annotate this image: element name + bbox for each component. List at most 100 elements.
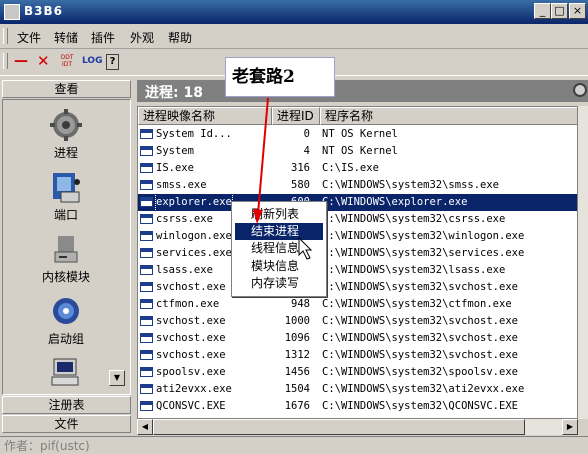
table-row[interactable]: lsass.exe C:\WINDOWS\system32\lsass.exe [138,262,577,279]
table-row[interactable]: winlogon.exe C:\WINDOWS\system32\winlogon… [138,228,577,245]
sidebar-header-file[interactable]: 文件 [2,415,131,433]
process-path-cell: C:\WINDOWS\system32\svchost.exe [322,332,518,344]
process-path-cell: C:\WINDOWS\explorer.exe [322,196,468,208]
column-header-name[interactable]: 进程映像名称 [138,107,272,125]
process-name-cell: smss.exe [156,179,207,191]
table-row[interactable]: svchost.exe 1096 C:\WINDOWS\system32\svcho… [138,330,577,347]
table-row[interactable]: svchost.exe C:\WINDOWS\system32\svchost.e… [138,279,577,296]
table-row[interactable]: System Id... 0 NT OS Kernel [138,126,577,143]
menu-item-thread-info[interactable]: 线程信息 [235,240,323,257]
process-id-cell: 0 [303,128,310,140]
panel-header: 进程: 18 [137,80,588,102]
process-path-cell: C:\WINDOWS\system32\lsass.exe [322,264,506,276]
menu-appearance[interactable]: 外观 [130,29,154,46]
sidebar-item-label: 进程 [53,146,78,160]
process-name-cell: ctfmon.exe [156,298,220,310]
horizontal-scrollbar[interactable]: ◀ ▶ [137,419,578,435]
sidebar-header-view[interactable]: 查看 [2,80,131,98]
process-id-cell: 4 [303,145,310,157]
process-window-icon [140,316,153,326]
menu-item-kill-process[interactable]: 结束进程 [235,223,323,240]
odt-tool-button[interactable]: ODT IDT [60,54,74,70]
process-window-icon [140,214,153,224]
process-name-cell: lsass.exe [156,264,213,276]
process-path-cell: C:\WINDOWS\system32\svchost.exe [322,349,518,361]
table-row[interactable]: svchost.exe 1312 C:\WINDOWS\system32\svcho… [138,347,577,364]
process-path-cell: C:\WINDOWS\system32\svchost.exe [322,281,518,293]
table-row[interactable]: explorer.exe600C:\WINDOWS\explorer.exe [138,193,577,212]
process-window-icon [140,384,153,394]
table-row[interactable]: svchost.exe 1000 C:\WINDOWS\system32\svcho… [138,313,577,330]
menu-item-memory-rw[interactable]: 内存读写 [235,275,323,292]
help-tool-button[interactable]: ? [106,54,119,70]
maximize-button[interactable]: □ [551,3,568,19]
status-text: 作者：pif(ustc) [4,439,90,453]
sidebar: 查看 进程 端口 内核模块 启动组 ▼ 注册表 文件 [0,78,133,434]
process-path-cell: NT OS Kernel [322,145,398,157]
table-row[interactable]: csrss.exe C:\WINDOWS\system32\csrss.exe [138,211,577,228]
process-window-icon [140,180,153,190]
menu-grip [3,28,8,44]
minimize-button[interactable]: _ [534,3,551,19]
process-name-cell: svchost.exe [156,349,226,361]
table-row[interactable]: ctfmon.exe 948 C:\WINDOWS\system32\ctfmon.… [138,296,577,313]
table-row[interactable]: services.exe C:\WINDOWS\system32\services… [138,245,577,262]
process-count-title: 进程: 18 [145,85,203,101]
process-name-cell: svchost.exe [156,332,226,344]
process-id-cell: 316 [291,162,310,174]
menu-dump[interactable]: 转储 [54,29,78,46]
process-path-cell: C:\WINDOWS\system32\smss.exe [322,179,500,191]
process-list[interactable]: 进程映像名称 进程ID 程序名称 System Id... 0 NT OS Kern… [137,106,578,419]
process-path-cell: C:\WINDOWS\system32\services.exe [322,247,525,259]
title-bar: B3B6 _ □ × [0,0,588,24]
menu-item-refresh[interactable]: 刷新列表 [235,206,323,223]
scroll-left-button[interactable]: ◀ [137,419,153,435]
gear-icon [49,108,83,142]
process-window-icon [140,367,153,377]
panel-action-icon[interactable] [573,83,587,97]
menu-plugins[interactable]: 插件 [91,29,115,46]
sidebar-item-startup[interactable]: 启动组 [20,294,112,347]
menu-file[interactable]: 文件 [17,29,41,46]
process-name-cell: QCONSVC.EXE [156,400,226,412]
minus-tool-button[interactable]: — [14,54,28,70]
menu-item-module-info[interactable]: 模块信息 [235,258,323,275]
process-name-cell: ati2evxx.exe [156,383,232,395]
table-row[interactable]: smss.exe 580 C:\WINDOWS\system32\smss.exe [138,177,577,194]
process-window-icon [140,129,153,139]
drive-icon [49,232,83,266]
sidebar-item-label: 内核模块 [41,270,90,284]
sidebar-item-kernel-modules[interactable]: 内核模块 [20,232,112,285]
table-row[interactable]: spoolsv.exe 1456 C:\WINDOWS\system32\spool… [138,364,577,381]
column-header-path[interactable]: 程序名称 [320,107,577,125]
process-name-cell: System Id... [156,128,232,140]
sidebar-item-process[interactable]: 进程 [20,108,112,161]
process-name-cell: winlogon.exe [156,230,232,242]
menu-help[interactable]: 帮助 [168,29,192,46]
column-header-pid[interactable]: 进程ID [272,107,320,125]
close-button[interactable]: × [569,3,586,19]
log-tool-button[interactable]: LOG [82,54,102,70]
process-name-cell: explorer.exe [155,193,233,212]
table-row[interactable]: IS.exe 316 C:\IS.exe [138,160,577,177]
scroll-right-button[interactable]: ▶ [562,419,578,435]
process-window-icon [140,248,153,258]
sidebar-header-registry[interactable]: 注册表 [2,396,131,414]
table-row[interactable]: System 4 NT OS Kernel [138,143,577,160]
network-port-icon [49,170,83,204]
table-row[interactable]: ati2evxx.exe 1504 C:\WINDOWS\system32\ati2… [138,381,577,398]
sidebar-item-label: 端口 [53,208,78,222]
process-window-icon [140,163,153,173]
process-path-cell: C:\WINDOWS\system32\winlogon.exe [322,230,525,242]
startup-disc-icon [49,294,83,328]
vertical-scrollbar[interactable] [578,106,588,419]
terminate-tool-button[interactable]: ✕ [37,54,50,70]
process-name-cell: csrss.exe [156,213,213,225]
horizontal-scroll-thumb[interactable] [153,419,525,435]
sidebar-item-port[interactable]: 端口 [20,170,112,223]
table-row[interactable]: QCONSVC.EXE 1676 C:\WINDOWS\system32\QCONS… [138,398,577,415]
app-icon[interactable] [4,4,20,20]
sidebar-item-computer[interactable] [20,356,112,392]
process-path-cell: NT OS Kernel [322,128,398,140]
sidebar-scroll-down-button[interactable]: ▼ [109,370,125,386]
